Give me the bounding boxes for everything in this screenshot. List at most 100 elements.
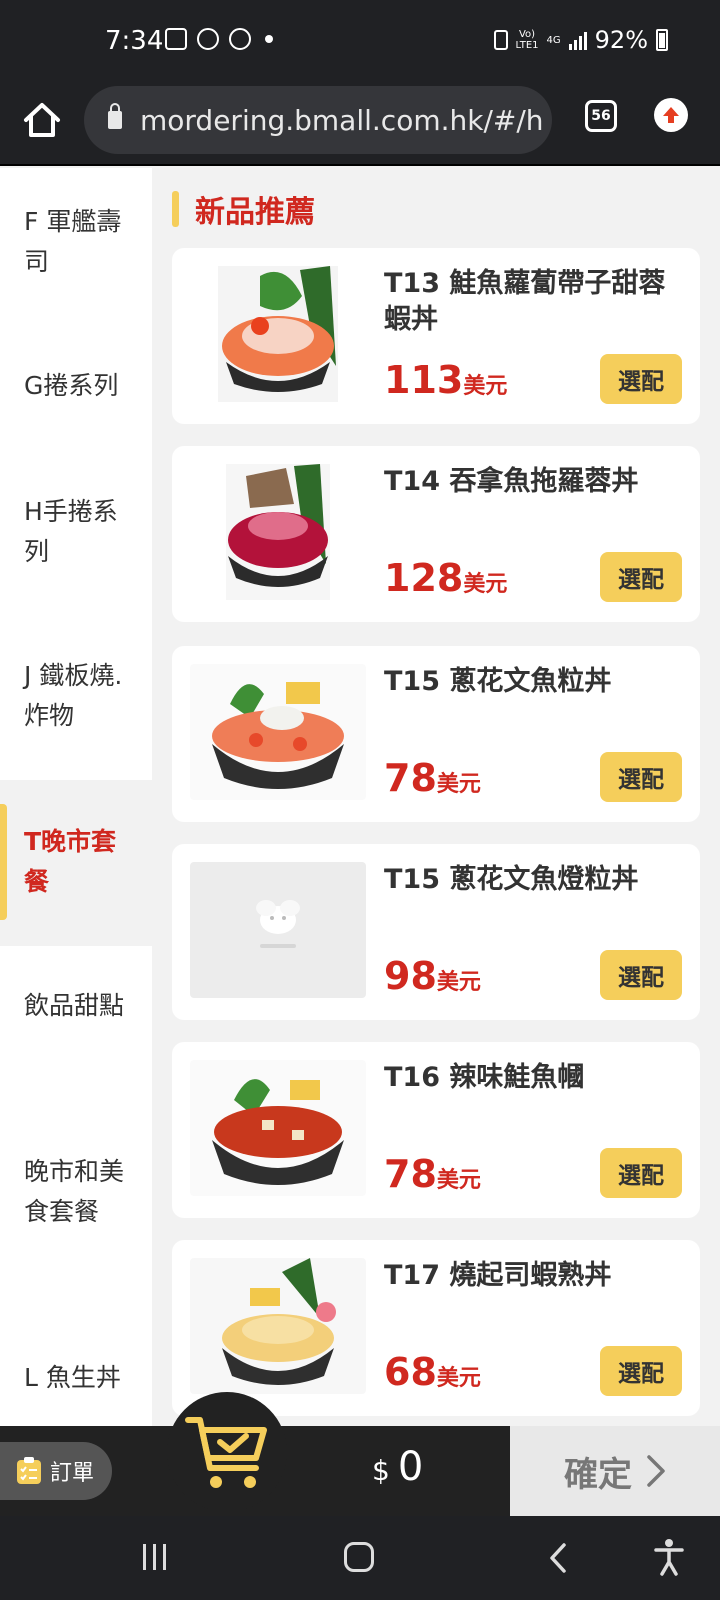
product-price: 78美元 (384, 1152, 481, 1196)
select-options-button[interactable]: 選配 (600, 950, 682, 1000)
chevron-right-icon (647, 1455, 665, 1487)
volte-indicator: Vo) LTE1 (516, 29, 539, 51)
product-image (190, 1060, 366, 1196)
sidebar-item-label: G捲系列 (24, 371, 119, 400)
back-icon[interactable] (548, 1542, 568, 1574)
lock-icon (108, 103, 122, 129)
product-card[interactable]: T14 吞拿魚拖羅蓉丼 128美元 選配 (172, 446, 700, 622)
signal-icon (568, 30, 587, 50)
recent-apps-icon[interactable] (143, 1544, 166, 1570)
lte-label: LTE1 (515, 40, 539, 51)
clock: 7:34 (105, 26, 164, 56)
sidebar-item-label: 飲品甜點 (24, 991, 125, 1020)
network-type: 4G (546, 34, 561, 46)
tab-switcher-button[interactable]: 56 (585, 100, 617, 132)
price-value: 68 (384, 1350, 437, 1394)
sidebar-item-label: T晚市套餐 (24, 827, 117, 896)
price-currency: 美元 (463, 572, 508, 597)
product-list: 新品推薦 T13 鮭魚蘿蔔帶子甜蓉蝦丼 113美元 選配 T14 吞拿魚拖羅蓉丼… (152, 168, 720, 1426)
product-name: T14 吞拿魚拖羅蓉丼 (384, 466, 639, 497)
system-nav-bar (0, 1516, 720, 1600)
price-value: 113 (384, 358, 464, 402)
select-options-button[interactable]: 選配 (600, 752, 682, 802)
product-image (190, 266, 366, 402)
product-price: 128美元 (384, 556, 507, 600)
price-currency: 美元 (436, 970, 481, 995)
section-title: 新品推薦 (195, 195, 315, 230)
product-name: T15 蔥花文魚粒丼 (384, 666, 612, 697)
price-currency: 美元 (463, 374, 508, 399)
sidebar-item-dinner-set[interactable]: T晚市套餐 (0, 780, 152, 946)
url-text: mordering.bmall.com.hk/#/h (140, 103, 544, 137)
price-currency: 美元 (436, 1366, 481, 1391)
price-value: 128 (384, 556, 464, 600)
cart-total: $ 0 (372, 1444, 423, 1490)
sidebar-item-label: F 軍艦壽司 (24, 207, 122, 276)
battery-icon (656, 29, 668, 51)
confirm-button[interactable]: 確定 (510, 1426, 720, 1516)
whatsapp-icon (229, 28, 251, 50)
news-app-icon (197, 28, 219, 50)
sidebar-item-hand-rolls[interactable]: H手捲系列 (0, 492, 152, 572)
volte-label: Vo) (518, 29, 536, 40)
select-options-button[interactable]: 選配 (600, 1346, 682, 1396)
sidebar-item-rolls[interactable]: G捲系列 (0, 366, 152, 406)
select-options-button[interactable]: 選配 (600, 1148, 682, 1198)
product-card[interactable]: T17 燒起司蝦熟丼 68美元 選配 (172, 1240, 700, 1416)
battery-percent: 92% (594, 26, 648, 54)
product-image (190, 1258, 366, 1394)
product-card[interactable]: T16 辣味鮭魚幗 78美元 選配 (172, 1042, 700, 1218)
notification-icons (165, 28, 273, 50)
select-options-button[interactable]: 選配 (600, 552, 682, 602)
home-nav-icon[interactable] (344, 1542, 374, 1572)
product-image (190, 464, 366, 600)
total-amount: 0 (397, 1444, 424, 1490)
cart-bar: 訂單 $ 0 確定 (0, 1392, 720, 1516)
product-card[interactable]: T15 蔥花文魚粒丼 78美元 選配 (172, 646, 700, 822)
cart-button[interactable] (167, 1392, 287, 1512)
sidebar-item-label: 晚市和美食套餐 (24, 1157, 125, 1226)
sidebar-item-drinks-desserts[interactable]: 飲品甜點 (0, 986, 152, 1026)
product-name: T15 蔥花文魚燈粒丼 (384, 864, 639, 895)
system-status: Vo) LTE1 4G 92% (493, 26, 668, 54)
order-list-button[interactable]: 訂單 (0, 1442, 112, 1500)
product-price: 113美元 (384, 358, 507, 402)
product-card[interactable]: T13 鮭魚蘿蔔帶子甜蓉蝦丼 113美元 選配 (172, 248, 700, 424)
data-saver-icon (493, 30, 508, 50)
sidebar-item-dinner-combo[interactable]: 晚市和美食套餐 (0, 1152, 152, 1232)
product-name: T16 辣味鮭魚幗 (384, 1062, 585, 1093)
cart-icon (185, 1417, 267, 1488)
product-card[interactable]: T15 蔥花文魚燈粒丼 98美元 選配 (172, 844, 700, 1020)
sidebar-item-label: H手捲系列 (24, 497, 118, 566)
sidebar-item-sashimi-bowl[interactable]: L 魚生丼 (0, 1358, 152, 1398)
category-sidebar: F 軍艦壽司 G捲系列 H手捲系列 J 鐵板燒.炸物 T晚市套餐 飲品甜點 晚市… (0, 168, 152, 1426)
sidebar-item-gunkan-sushi[interactable]: F 軍艦壽司 (0, 202, 152, 282)
select-options-button[interactable]: 選配 (600, 354, 682, 404)
home-icon[interactable] (22, 100, 62, 140)
price-value: 98 (384, 954, 437, 998)
update-button[interactable] (654, 98, 688, 132)
price-value: 78 (384, 756, 437, 800)
clipboard-icon (17, 1457, 41, 1484)
image-placeholder (190, 862, 366, 998)
sidebar-item-label: L 魚生丼 (24, 1363, 121, 1392)
price-currency: 美元 (436, 1168, 481, 1193)
order-label: 訂單 (50, 1461, 95, 1486)
section-header: 新品推薦 (172, 190, 315, 230)
product-price: 78美元 (384, 756, 481, 800)
accessibility-icon[interactable] (654, 1538, 684, 1576)
product-price: 98美元 (384, 954, 481, 998)
sidebar-item-teppanyaki[interactable]: J 鐵板燒.炸物 (0, 656, 152, 736)
price-currency: 美元 (436, 772, 481, 797)
currency-symbol: $ (372, 1454, 390, 1487)
product-name: T17 燒起司蝦熟丼 (384, 1260, 612, 1291)
url-field[interactable]: mordering.bmall.com.hk/#/h (84, 86, 552, 154)
sidebar-item-label: J 鐵板燒.炸物 (24, 661, 123, 730)
product-image (190, 664, 366, 800)
gallery-icon (165, 28, 187, 50)
arrow-up-icon (663, 107, 679, 123)
browser-toolbar: mordering.bmall.com.hk/#/h 56 (0, 86, 720, 166)
product-price: 68美元 (384, 1350, 481, 1394)
price-value: 78 (384, 1152, 437, 1196)
confirm-label: 確定 (564, 1454, 632, 1495)
